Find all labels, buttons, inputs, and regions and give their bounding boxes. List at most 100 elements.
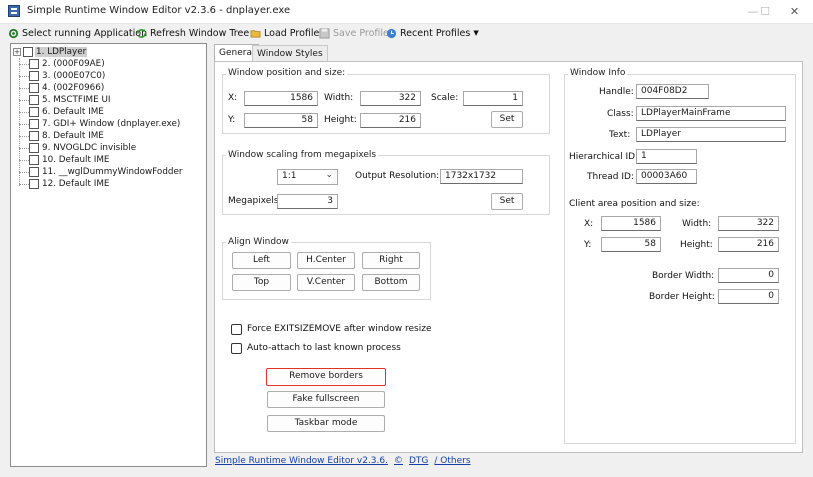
- tree-item-6[interactable]: 6. Default IME: [13, 106, 105, 118]
- client-width-label: Width:: [682, 219, 712, 229]
- window-tree[interactable]: + 1. LDPlayer 2. (000F09AE) 3. (000E07C0…: [10, 43, 207, 467]
- fake-fullscreen-button[interactable]: Fake fullscreen: [267, 391, 385, 408]
- tree-item-4[interactable]: 4. (002F0966): [13, 82, 105, 94]
- output-resolution-label: Output Resolution:: [355, 171, 440, 181]
- client-y-field[interactable]: 58: [601, 237, 661, 252]
- width-input[interactable]: 322: [360, 91, 421, 106]
- handle-label: Handle:: [599, 87, 634, 97]
- tree-checkbox[interactable]: [29, 59, 39, 69]
- align-group-title: Align Window: [226, 237, 291, 247]
- tree-checkbox[interactable]: [29, 155, 39, 165]
- tree-item-8[interactable]: 8. Default IME: [13, 130, 105, 142]
- load-profile-button[interactable]: Load Profile: [250, 26, 319, 40]
- y-input[interactable]: 58: [244, 113, 318, 128]
- tree-item-label: 12. Default IME: [42, 179, 110, 189]
- dtg-link[interactable]: DTG: [409, 456, 428, 466]
- align-top-button[interactable]: Top: [232, 274, 291, 291]
- tree-item-label: 8. Default IME: [42, 131, 104, 141]
- save-icon: [319, 27, 330, 39]
- align-hcenter-button[interactable]: H.Center: [297, 252, 355, 269]
- force-exitsizemove-checkbox[interactable]: [231, 324, 242, 335]
- tree-item-label: 4. (002F0966): [42, 83, 105, 93]
- tree-item-3[interactable]: 3. (000E07C0): [13, 70, 106, 82]
- thread-id-field[interactable]: 00003A60: [636, 169, 697, 184]
- ratio-select[interactable]: 1:1 ⌄: [277, 169, 338, 185]
- tree-checkbox[interactable]: [29, 83, 39, 93]
- class-field[interactable]: LDPlayerMainFrame: [636, 106, 786, 121]
- save-profile-button[interactable]: Save Profile: [319, 26, 389, 40]
- position-set-button[interactable]: Set: [491, 111, 523, 128]
- tree-checkbox[interactable]: [29, 167, 39, 177]
- refresh-label: Refresh Window Tree: [150, 27, 250, 39]
- taskbar-mode-button[interactable]: Taskbar mode: [267, 415, 385, 432]
- tree-item-5[interactable]: 5. MSCTFIME UI: [13, 94, 112, 106]
- tree-item-label: 10. Default IME: [42, 155, 110, 165]
- height-input[interactable]: 216: [360, 113, 421, 128]
- tree-checkbox[interactable]: [29, 143, 39, 153]
- tree-checkbox[interactable]: [29, 179, 39, 189]
- remove-borders-button[interactable]: Remove borders: [266, 368, 386, 386]
- client-y-label: Y:: [584, 240, 592, 250]
- tree-item-2[interactable]: 2. (000F09AE): [13, 58, 106, 70]
- tree-item-label: 2. (000F09AE): [42, 59, 105, 69]
- scale-label: Scale:: [431, 93, 459, 103]
- hierarchical-id-label: Hierarchical ID:: [569, 152, 639, 162]
- scaling-set-button[interactable]: Set: [491, 193, 523, 210]
- tree-checkbox[interactable]: [29, 107, 39, 117]
- height-label: Height:: [324, 115, 357, 125]
- border-width-field[interactable]: 0: [718, 268, 779, 283]
- y-label: Y:: [228, 115, 236, 125]
- client-x-label: X:: [584, 219, 594, 229]
- position-group-title: Window position and size:: [226, 68, 348, 78]
- client-height-field[interactable]: 216: [718, 237, 779, 252]
- recent-profiles-dropdown[interactable]: Recent Profiles ▼: [386, 26, 479, 40]
- window-title: Simple Runtime Window Editor v2.3.6 - dn…: [27, 5, 291, 16]
- save-profile-label: Save Profile: [333, 27, 389, 39]
- auto-attach-label: Auto-attach to last known process: [247, 343, 401, 353]
- general-panel: Window position and size: X: 1586 Y: 58 …: [214, 61, 803, 453]
- tree-item-label: 6. Default IME: [42, 107, 104, 117]
- align-vcenter-button[interactable]: V.Center: [297, 274, 355, 291]
- tree-checkbox[interactable]: [29, 95, 39, 105]
- tree-item-12[interactable]: 12. Default IME: [13, 178, 110, 190]
- tree-item-11[interactable]: 11. __wglDummyWindowFodder: [13, 166, 184, 178]
- tree-item-9[interactable]: 9. NVOGLDC invisible: [13, 142, 137, 154]
- client-width-field[interactable]: 322: [718, 216, 779, 231]
- align-right-button[interactable]: Right: [362, 252, 420, 269]
- others-link[interactable]: / Others: [434, 456, 470, 466]
- tree-item-7[interactable]: 7. GDI+ Window (dnplayer.exe): [13, 118, 181, 130]
- border-height-field[interactable]: 0: [718, 289, 779, 304]
- tree-checkbox[interactable]: [29, 131, 39, 141]
- width-label: Width:: [324, 93, 354, 103]
- hierarchical-id-field[interactable]: 1: [636, 149, 697, 164]
- close-button[interactable]: ✕: [776, 0, 813, 24]
- text-field[interactable]: LDPlayer: [636, 127, 786, 142]
- megapixels-label: Megapixels:: [228, 196, 282, 206]
- scale-input[interactable]: 1: [463, 91, 523, 106]
- x-input[interactable]: 1586: [244, 91, 318, 106]
- copyright-link[interactable]: ©: [394, 456, 403, 466]
- auto-attach-checkbox[interactable]: [231, 343, 242, 354]
- output-resolution-field[interactable]: 1732x1732: [440, 169, 523, 184]
- recent-profiles-label: Recent Profiles: [400, 27, 471, 39]
- client-height-label: Height:: [680, 240, 713, 250]
- tree-expand-icon[interactable]: +: [13, 48, 21, 56]
- client-x-field[interactable]: 1586: [601, 216, 661, 231]
- tree-item-10[interactable]: 10. Default IME: [13, 154, 110, 166]
- tree-checkbox[interactable]: [29, 71, 39, 81]
- align-left-button[interactable]: Left: [232, 252, 291, 269]
- tree-item-1[interactable]: + 1. LDPlayer: [13, 46, 88, 58]
- handle-field[interactable]: 004F08D2: [636, 84, 709, 99]
- version-link[interactable]: Simple Runtime Window Editor v2.3.6.: [215, 456, 388, 466]
- megapixels-input[interactable]: 3: [277, 194, 338, 209]
- refresh-button[interactable]: Refresh Window Tree: [136, 26, 249, 40]
- tab-window-styles[interactable]: Window Styles: [252, 45, 328, 62]
- select-app-button[interactable]: Select running Application: [8, 26, 147, 40]
- tree-checkbox[interactable]: [23, 47, 33, 57]
- window-info-title: Window Info: [568, 68, 628, 78]
- client-area-title: Client area position and size:: [569, 199, 700, 209]
- tree-checkbox[interactable]: [29, 119, 39, 129]
- chevron-down-icon: ▼: [473, 29, 479, 37]
- refresh-icon: [137, 28, 146, 38]
- align-bottom-button[interactable]: Bottom: [362, 274, 420, 291]
